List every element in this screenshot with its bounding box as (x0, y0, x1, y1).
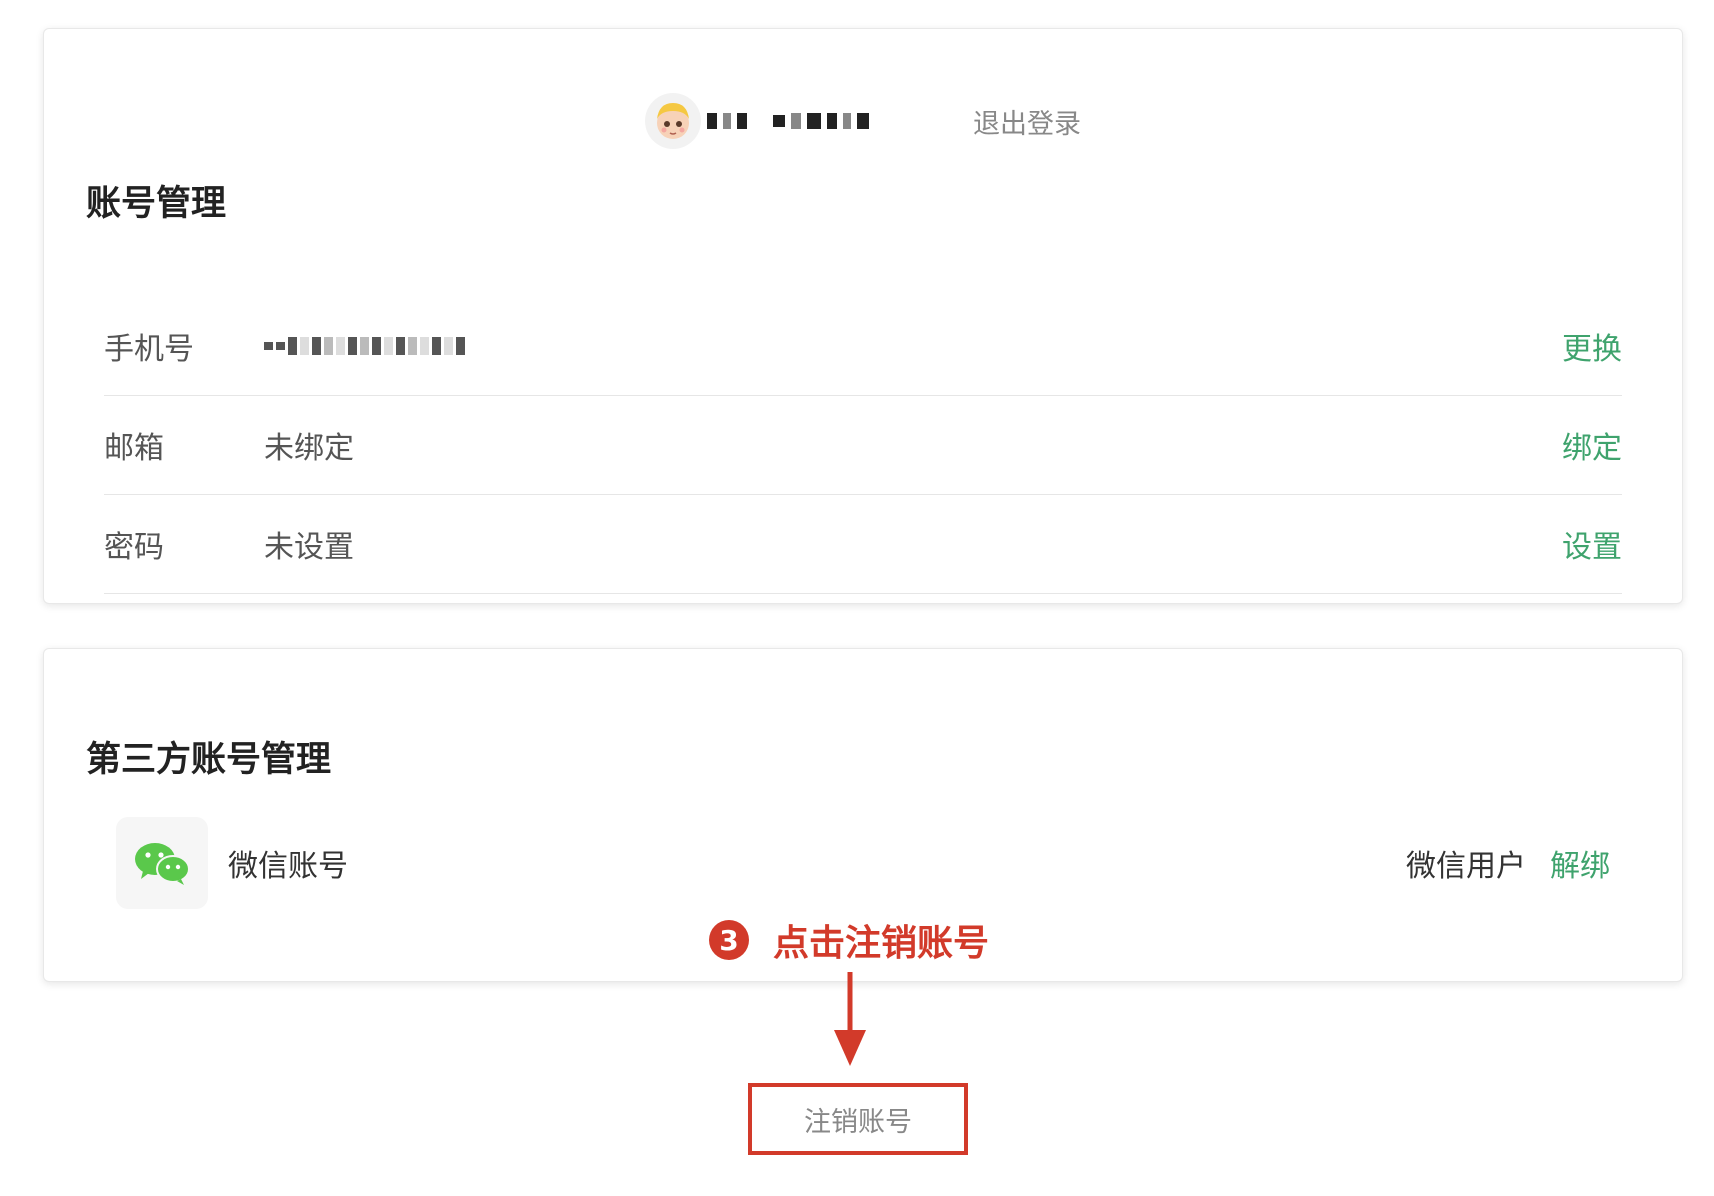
down-arrow-icon (834, 972, 866, 1066)
avatar[interactable] (645, 93, 701, 149)
phone-value-masked (264, 331, 1562, 361)
password-value: 未设置 (264, 530, 354, 565)
user-header: 退出登录 (44, 93, 1682, 149)
set-password-button[interactable]: 设置 (1562, 522, 1622, 566)
cancel-account-button[interactable]: 注销账号 (804, 1100, 912, 1139)
wechat-account-label: 微信账号 (228, 849, 348, 884)
wechat-row: 微信账号 微信用户 解绑 (116, 817, 1610, 909)
password-row: 密码 未设置 设置 (104, 495, 1622, 594)
account-card: 退出登录 账号管理 手机号 更换 邮箱 未绑定 绑定 密码 未设置 设置 (43, 28, 1683, 604)
step-badge: 3 (709, 920, 749, 960)
phone-row: 手机号 更换 (104, 297, 1622, 396)
account-section-title: 账号管理 (86, 184, 227, 224)
password-label: 密码 (104, 530, 164, 565)
cancel-account-highlight: 注销账号 (748, 1083, 968, 1155)
username-masked (707, 107, 907, 135)
change-phone-button[interactable]: 更换 (1562, 324, 1622, 368)
step-annotation: 3 点击注销账号 (709, 914, 989, 966)
account-rows: 手机号 更换 邮箱 未绑定 绑定 密码 未设置 设置 (104, 297, 1622, 594)
wechat-user-name: 微信用户 (1406, 849, 1526, 884)
bind-email-button[interactable]: 绑定 (1562, 423, 1622, 467)
email-label: 邮箱 (104, 431, 164, 466)
third-party-section-title: 第三方账号管理 (86, 740, 332, 780)
phone-label: 手机号 (104, 332, 194, 367)
avatar-icon (657, 103, 689, 139)
email-row: 邮箱 未绑定 绑定 (104, 396, 1622, 495)
step-annotation-text: 点击注销账号 (773, 923, 990, 964)
unbind-wechat-button[interactable]: 解绑 (1550, 841, 1610, 885)
email-value: 未绑定 (264, 431, 354, 466)
wechat-icon (135, 843, 190, 885)
logout-button[interactable]: 退出登录 (973, 102, 1081, 141)
wechat-icon-box (116, 817, 208, 909)
